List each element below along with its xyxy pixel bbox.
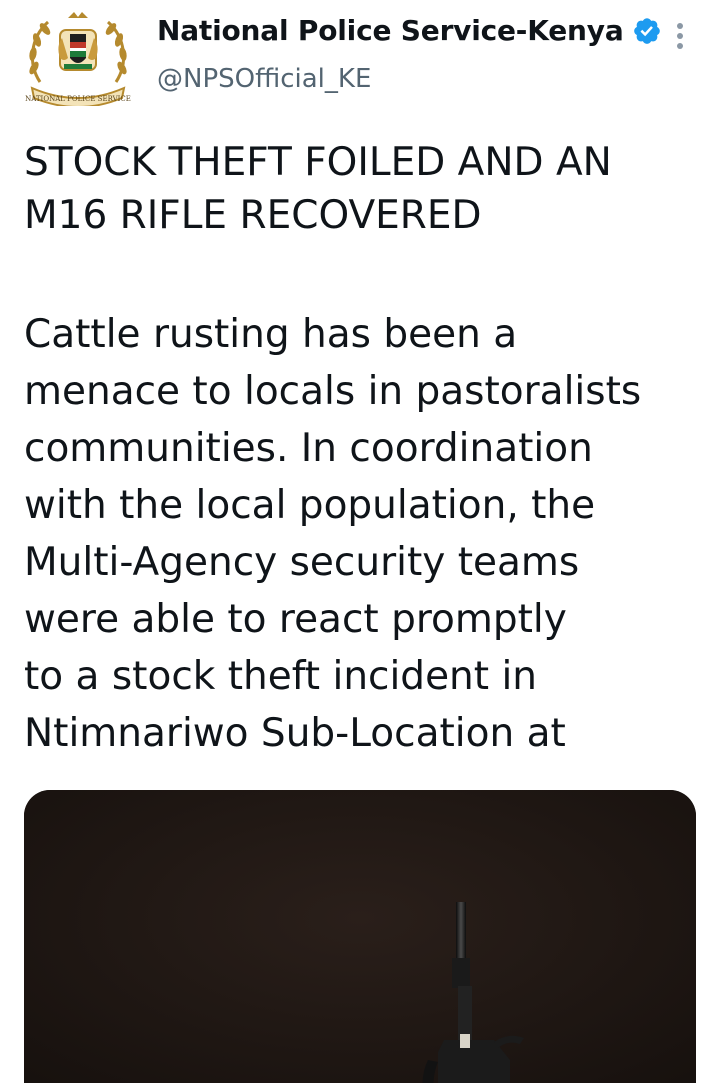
verified-badge-icon[interactable]	[632, 16, 662, 46]
author-display-name[interactable]: National Police Service-Kenya	[157, 14, 624, 47]
tweet-media-photo[interactable]	[24, 790, 696, 1083]
avatar-ring-text: NATIONAL POLICE SERVICE	[25, 95, 131, 103]
tweet: NATIONAL POLICE SERVICE National Police …	[0, 0, 720, 1083]
tweet-headline: STOCK THEFT FOILED AND AN M16 RIFLE RECO…	[24, 140, 612, 238]
more-vertical-icon[interactable]	[670, 20, 690, 52]
tweet-body-text: Cattle rusting has been a menace to loca…	[24, 312, 642, 756]
rifle-photo	[24, 790, 696, 1083]
display-name-row: National Police Service-Kenya	[157, 14, 662, 47]
nps-emblem-icon: NATIONAL POLICE SERVICE	[25, 12, 131, 106]
author-handle[interactable]: @NPSOfficial_KE	[157, 64, 371, 94]
author-avatar[interactable]: NATIONAL POLICE SERVICE	[22, 8, 134, 106]
